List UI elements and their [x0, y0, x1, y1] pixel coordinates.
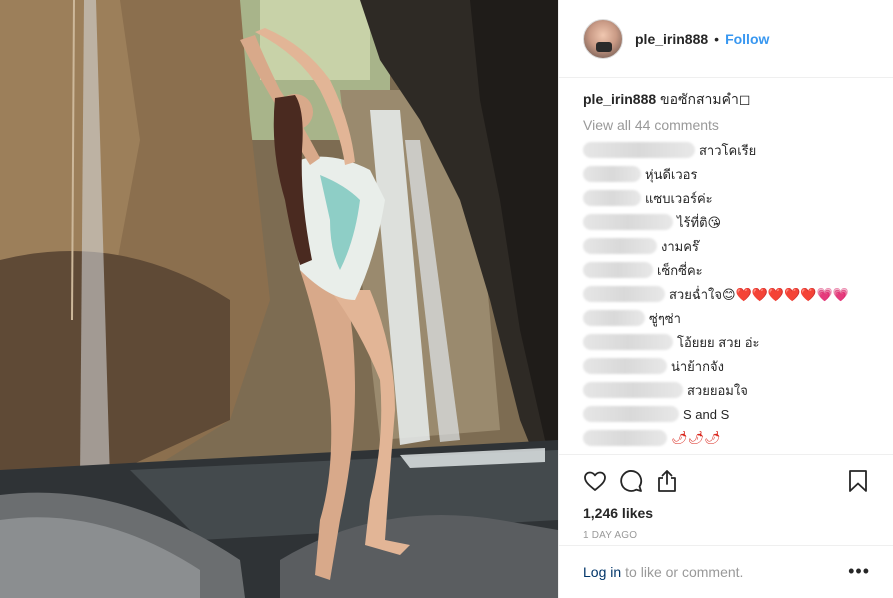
header-username[interactable]: ple_irin888	[635, 31, 708, 47]
comment-text: งามคร๊	[661, 238, 699, 254]
comment-text: S and S	[683, 406, 730, 422]
comment-item: ไร้ที่ติ😘	[583, 210, 870, 234]
share-button[interactable]	[655, 465, 691, 497]
blurred-username[interactable]	[583, 310, 645, 326]
blurred-username[interactable]	[583, 286, 665, 302]
comment-text: น่าย้ากจัง	[671, 358, 724, 374]
comment-text: โอ้ยยย สวย อ่ะ	[677, 334, 760, 350]
blurred-username[interactable]	[583, 190, 641, 206]
comment-button[interactable]	[619, 465, 655, 497]
comment-text: หุ่นดีเวอร	[645, 166, 698, 182]
login-link[interactable]: Log in	[583, 564, 621, 580]
blurred-username[interactable]	[583, 358, 667, 374]
post-side-panel: ple_irin888 • Follow ple_irin888 ขอซักสา…	[558, 0, 893, 598]
blurred-username[interactable]	[583, 166, 641, 182]
login-bar: Log in to like or comment. •••	[559, 545, 893, 597]
comment-item: สาวโคเรีย	[583, 138, 870, 162]
header-separator-dot: •	[714, 30, 720, 47]
avatar[interactable]	[583, 18, 623, 59]
comment-text: 🌶🌶🌶	[671, 430, 721, 445]
blurred-username[interactable]	[583, 238, 657, 254]
comment-item: S and S	[583, 402, 870, 426]
like-button[interactable]	[583, 465, 619, 497]
comment-item: 🌶🌶🌶	[583, 426, 870, 450]
comment-text: แซบเวอร์ค่ะ	[645, 190, 713, 206]
comment-item: โอ้ยยย สวย อ่ะ	[583, 330, 870, 354]
save-button[interactable]	[834, 465, 870, 497]
comment-item: งามคร๊	[583, 234, 870, 258]
blurred-username[interactable]	[583, 262, 653, 278]
bookmark-icon	[849, 470, 867, 492]
login-prompt-text: to like or comment.	[625, 563, 744, 580]
blurred-username[interactable]	[583, 214, 673, 230]
blurred-username[interactable]	[583, 406, 679, 422]
heart-icon	[584, 471, 606, 491]
share-icon	[658, 470, 676, 492]
comment-text: สวยยอมใจ	[687, 382, 748, 398]
comment-text: ไร้ที่ติ😘	[677, 214, 722, 230]
blurred-username[interactable]	[583, 334, 673, 350]
comment-item: แซบเวอร์ค่ะ	[583, 186, 870, 210]
waterfall-scene-image	[0, 0, 558, 598]
action-icon-row	[583, 459, 870, 503]
likes-count[interactable]: 1,246 likes	[583, 505, 870, 521]
comment-text: สาวโคเรีย	[699, 142, 757, 158]
post-photo[interactable]	[0, 0, 558, 598]
blurred-username[interactable]	[583, 382, 683, 398]
comment-list: สาวโคเรีย หุ่นดีเวอร แซบเวอร์ค่ะ ไร้ที่ต…	[583, 138, 870, 450]
comment-item: หุ่นดีเวอร	[583, 162, 870, 186]
comments-section[interactable]: ple_irin888 ขอซักสามคำ◻ View all 44 comm…	[559, 78, 893, 454]
post-timestamp[interactable]: 1 DAY AGO	[583, 530, 870, 541]
post-caption: ple_irin888 ขอซักสามคำ◻	[583, 90, 870, 108]
more-options-icon[interactable]: •••	[848, 561, 870, 582]
comment-item: ซู่ๆซ่า	[583, 306, 870, 330]
comment-icon	[620, 470, 643, 492]
comment-item: เซ็กซี่คะ	[583, 258, 870, 282]
comment-item: สวยยอมใจ	[583, 378, 870, 402]
comment-text: ซู่ๆซ่า	[649, 310, 681, 326]
comment-text: สวยฉ่ำใจ😊❤️❤️❤️❤️❤️💗💗	[669, 286, 849, 302]
blurred-username[interactable]	[583, 430, 667, 446]
blurred-username[interactable]	[583, 142, 695, 158]
comment-text: เซ็กซี่คะ	[657, 262, 703, 278]
view-all-comments-link[interactable]: View all 44 comments	[583, 116, 870, 134]
post-header: ple_irin888 • Follow	[559, 0, 893, 78]
comment-item: น่าย้ากจัง	[583, 354, 870, 378]
caption-username[interactable]: ple_irin888	[583, 91, 656, 107]
follow-button[interactable]: Follow	[725, 31, 769, 47]
comment-item: สวยฉ่ำใจ😊❤️❤️❤️❤️❤️💗💗	[583, 282, 870, 306]
caption-text: ขอซักสามคำ◻	[660, 91, 751, 107]
